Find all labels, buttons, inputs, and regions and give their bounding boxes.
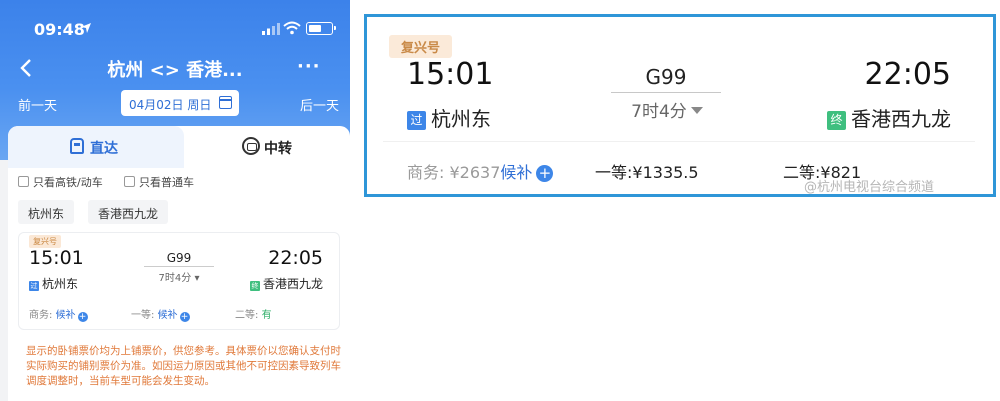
arrival-station: 终香港西九龙: [249, 275, 323, 292]
zoom-first-price: ¥1335.5: [632, 163, 699, 182]
duration-text: 7时4分: [158, 273, 192, 284]
caret-down-icon: [690, 107, 703, 114]
seat-business[interactable]: 商务: 候补 +: [29, 306, 88, 322]
zoom-duration-line: [611, 92, 721, 93]
zoom-arrival-station-name: 香港西九龙: [851, 107, 951, 131]
train-card[interactable]: 复兴号 15:01 G99 7时4分 ▾ 22:05 过杭州东 终香港西九龙 商…: [18, 232, 340, 330]
duration[interactable]: 7时4分 ▾: [141, 269, 217, 284]
duration-line: [144, 266, 214, 267]
plus-icon: +: [536, 165, 554, 182]
results-panel: 直达 中转 只看高铁/动车 只看普通车 杭州东 香港西九龙 复兴号 15:01 …: [8, 126, 350, 401]
battery-icon: [306, 22, 336, 35]
departure-station: 过杭州东: [29, 275, 78, 292]
fare-notice: 显示的卧铺票价均为上铺票价，供您参考。具体票价以您确认支付时实际购买的铺别票价为…: [26, 345, 341, 387]
more-icon[interactable]: ···: [297, 56, 321, 77]
pass-tag-icon: 过: [29, 281, 39, 291]
zoom-duration: 7时4分: [605, 97, 729, 122]
zoom-business-label: 商务:: [407, 163, 445, 182]
pass-tag-icon: 过: [407, 111, 426, 130]
route-title: 杭州 <> 香港...: [107, 60, 243, 81]
filter-normal-train[interactable]: 只看普通车: [124, 174, 194, 190]
end-tag-icon: 终: [827, 111, 846, 130]
wifi-icon: [283, 21, 301, 35]
phone-screen: 09:48 杭州 <> 香港... ··· 前一天 04月02日 周日 后一天 …: [0, 0, 350, 401]
zoom-business-status: 候补: [500, 163, 533, 182]
tab-direct[interactable]: 直达: [8, 126, 184, 168]
checkbox-icon[interactable]: [124, 176, 135, 187]
end-tag-icon: 终: [249, 281, 260, 291]
date-label: 04月02日 周日: [129, 98, 212, 112]
tab-transfer[interactable]: 中转: [184, 126, 350, 168]
zoom-train-type-badge: 复兴号: [389, 35, 453, 58]
departure-station-name: 杭州东: [42, 277, 79, 291]
date-bar: 前一天 04月02日 周日 后一天: [0, 90, 350, 118]
zoom-first-label: 一等:: [595, 163, 633, 182]
next-day-button[interactable]: 后一天: [300, 95, 339, 114]
plus-icon[interactable]: +: [77, 312, 88, 322]
zoom-duration-text: 7时4分: [631, 102, 687, 122]
seat-first-value: 候补: [157, 310, 178, 321]
divider: [383, 141, 975, 142]
filter-high-speed[interactable]: 只看高铁/动车: [18, 174, 103, 190]
signal-icon: [262, 23, 280, 35]
transfer-icon: [242, 137, 260, 155]
station-chip-departure[interactable]: 杭州东: [18, 200, 75, 224]
zoom-departure-time: 15:01: [407, 57, 494, 92]
status-bar: 09:48: [0, 0, 350, 40]
arrival-time: 22:05: [268, 247, 323, 269]
seat-business-label: 商务:: [29, 310, 53, 321]
zoom-train-number: G99: [645, 65, 687, 89]
arrival-station-name: 香港西九龙: [262, 277, 323, 291]
date-picker[interactable]: 04月02日 周日: [121, 90, 239, 116]
tab-transfer-label: 中转: [264, 141, 292, 157]
filter-label: 只看普通车: [139, 176, 194, 189]
status-time: 09:48: [34, 20, 85, 39]
train-icon: [70, 138, 84, 154]
seat-first[interactable]: 一等: 候补 +: [131, 306, 190, 322]
nav-bar: 杭州 <> 香港... ···: [0, 52, 350, 86]
seat-business-value: 候补: [55, 310, 76, 321]
zoom-departure-station: 过杭州东: [407, 103, 491, 132]
zoom-highlight-frame: 复兴号 15:01 G99 7时4分 22:05 过杭州东 终香港西九龙 商务:…: [364, 14, 996, 197]
zoomed-train-card: 复兴号 15:01 G99 7时4分 22:05 过杭州东 终香港西九龙 商务:…: [383, 31, 975, 186]
calendar-icon: [219, 96, 232, 109]
checkbox-icon[interactable]: [18, 176, 29, 187]
seat-second[interactable]: 二等: 有: [235, 306, 272, 321]
train-number: G99: [166, 251, 192, 265]
zoom-seat-first: 一等:¥1335.5: [595, 159, 699, 183]
seat-second-label: 二等:: [235, 310, 259, 321]
zoom-departure-station-name: 杭州东: [431, 107, 491, 131]
location-arrow-icon: [81, 23, 91, 33]
tab-direct-label: 直达: [90, 141, 118, 157]
filter-label: 只看高铁/动车: [33, 176, 103, 189]
departure-time: 15:01: [29, 247, 84, 269]
zoom-arrival-time: 22:05: [864, 57, 951, 92]
zoom-arrival-station: 终香港西九龙: [827, 103, 951, 132]
seat-first-label: 一等:: [131, 310, 155, 321]
prev-day-button[interactable]: 前一天: [18, 95, 57, 114]
zoom-business-price: ¥2637: [449, 163, 501, 182]
watermark: @杭州电视台综合频道: [804, 180, 935, 195]
station-chip-arrival[interactable]: 香港西九龙: [88, 200, 169, 224]
zoom-seat-business: 商务: ¥2637候补 +: [407, 159, 554, 183]
seat-second-value: 有: [261, 310, 272, 321]
plus-icon[interactable]: +: [179, 312, 190, 322]
back-arrow-icon[interactable]: [18, 58, 36, 78]
